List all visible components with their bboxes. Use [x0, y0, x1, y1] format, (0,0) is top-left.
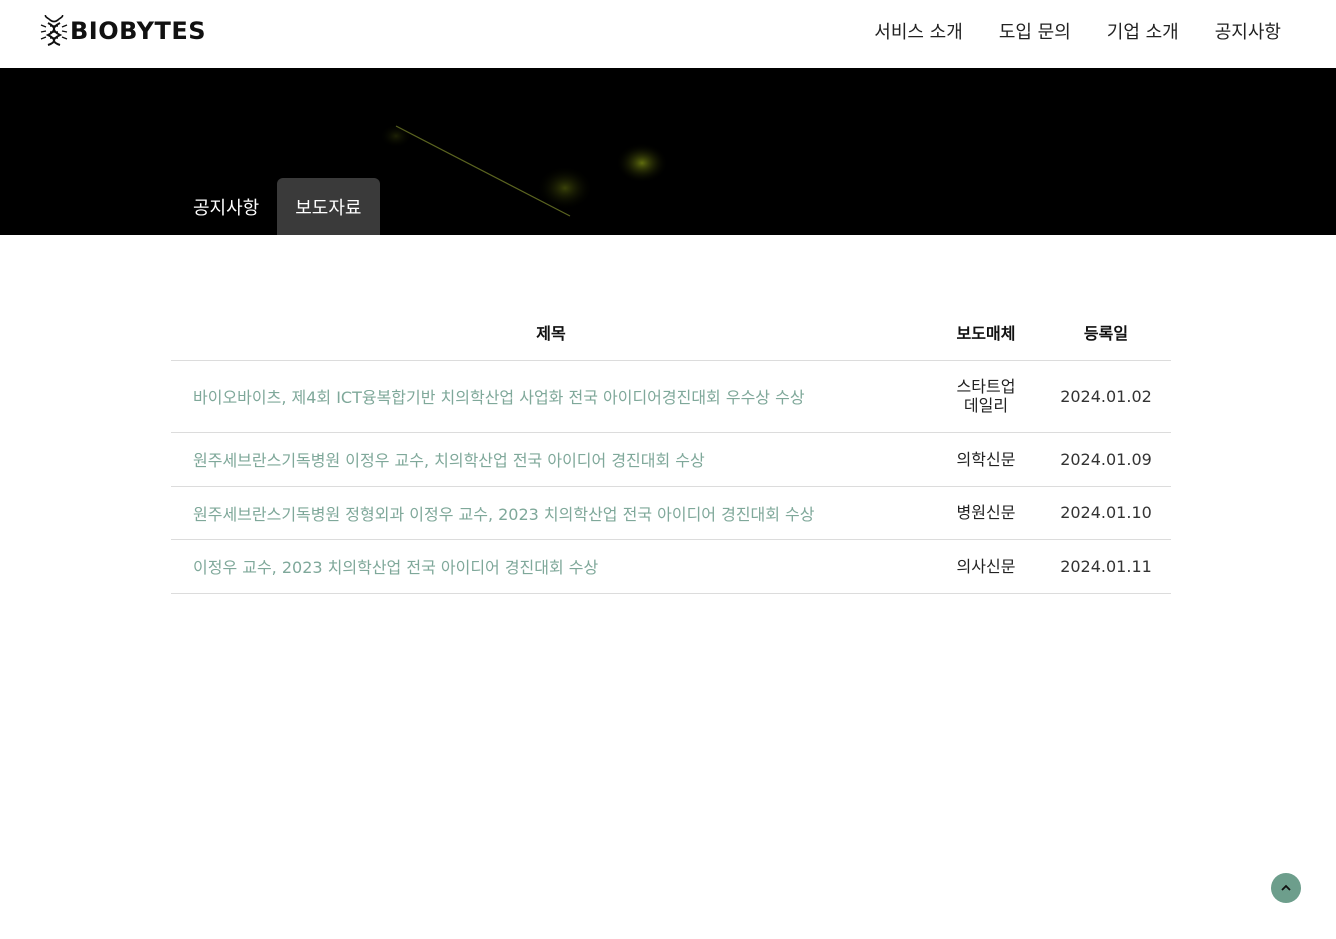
table-row: 바이오바이츠, 제4회 ICT융복합기반 치의학산업 사업화 전국 아이디어경진… — [171, 360, 1171, 433]
scroll-top-button[interactable] — [1271, 873, 1301, 903]
site-header: BIOBYTES 서비스 소개 도입 문의 기업 소개 공지사항 — [0, 0, 1336, 68]
brand-name: BIOBYTES — [70, 17, 207, 45]
nav-item-inquiry[interactable]: 도입 문의 — [999, 18, 1071, 44]
table-row: 원주세브란스기독병원 정형외과 이정우 교수, 2023 치의학산업 전국 아이… — [171, 486, 1171, 540]
row-media: 의사신문 — [931, 539, 1041, 594]
nav-item-service[interactable]: 서비스 소개 — [874, 18, 963, 44]
brand-logo[interactable]: BIOBYTES — [40, 14, 206, 48]
row-date: 2024.01.11 — [1041, 539, 1171, 594]
table-row: 이정우 교수, 2023 치의학산업 전국 아이디어 경진대회 수상 의사신문 … — [171, 539, 1171, 594]
row-date: 2024.01.10 — [1041, 486, 1171, 540]
row-date: 2024.01.02 — [1041, 360, 1171, 433]
hero-banner: 공지사항 보도자료 — [0, 68, 1336, 235]
nav-item-company[interactable]: 기업 소개 — [1107, 18, 1179, 44]
table-row: 원주세브란스기독병원 이정우 교수, 치의학산업 전국 아이디어 경진대회 수상… — [171, 432, 1171, 487]
row-title-link[interactable]: 원주세브란스기독병원 정형외과 이정우 교수, 2023 치의학산업 전국 아이… — [171, 486, 931, 540]
header-date: 등록일 — [1041, 305, 1171, 361]
header-media: 보도매체 — [931, 305, 1041, 361]
row-media: 스타트업 데일리 — [931, 360, 1041, 433]
main-nav: 서비스 소개 도입 문의 기업 소개 공지사항 — [874, 18, 1281, 44]
press-table: 제목 보도매체 등록일 바이오바이츠, 제4회 ICT융복합기반 치의학산업 사… — [171, 305, 1171, 594]
row-media: 병원신문 — [931, 486, 1041, 540]
row-title-link[interactable]: 이정우 교수, 2023 치의학산업 전국 아이디어 경진대회 수상 — [171, 539, 931, 594]
board-tabs: 공지사항 보도자료 — [175, 178, 380, 235]
chevron-up-icon — [1281, 884, 1291, 891]
header-title: 제목 — [171, 305, 931, 361]
tab-press[interactable]: 보도자료 — [277, 178, 380, 235]
tab-notice[interactable]: 공지사항 — [175, 178, 277, 235]
nav-item-notice[interactable]: 공지사항 — [1215, 18, 1281, 44]
dna-bug-icon — [40, 15, 68, 46]
row-date: 2024.01.09 — [1041, 432, 1171, 487]
row-title-link[interactable]: 바이오바이츠, 제4회 ICT융복합기반 치의학산업 사업화 전국 아이디어경진… — [171, 360, 931, 433]
row-media: 의학신문 — [931, 432, 1041, 487]
table-header-row: 제목 보도매체 등록일 — [171, 305, 1171, 361]
row-title-link[interactable]: 원주세브란스기독병원 이정우 교수, 치의학산업 전국 아이디어 경진대회 수상 — [171, 432, 931, 487]
